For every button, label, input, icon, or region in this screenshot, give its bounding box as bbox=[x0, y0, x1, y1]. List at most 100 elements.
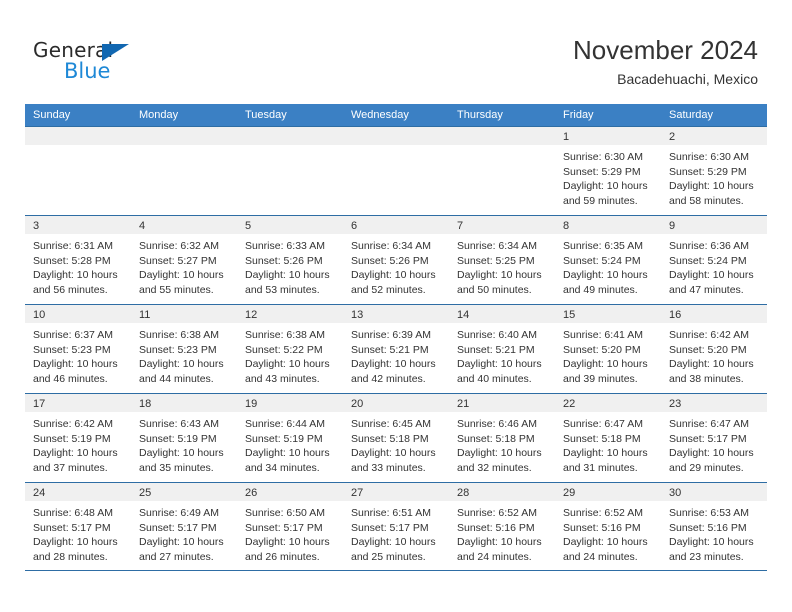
sunrise-text: Sunrise: 6:35 AM bbox=[563, 240, 643, 252]
sunset-text: Sunset: 5:17 PM bbox=[669, 432, 747, 445]
day-number: 22 bbox=[555, 394, 661, 412]
calendar-day-cell[interactable]: 4 Sunrise: 6:32 AM Sunset: 5:27 PM Daylight… bbox=[131, 216, 237, 304]
calendar-day-cell[interactable]: 12 Sunrise: 6:38 AM Sunset: 5:22 PM Dayligh… bbox=[237, 305, 343, 393]
calendar-day-cell-empty[interactable] bbox=[131, 127, 237, 215]
sunrise-text: Sunrise: 6:46 AM bbox=[457, 418, 537, 430]
day-details bbox=[343, 145, 449, 150]
sunrise-text: Sunrise: 6:34 AM bbox=[351, 240, 431, 252]
calendar-day-cell[interactable]: 27 Sunrise: 6:51 AM Sunset: 5:17 PM Dayligh… bbox=[343, 483, 449, 570]
day-details: Sunrise: 6:30 AM Sunset: 5:29 PM Daylight:… bbox=[555, 145, 661, 208]
calendar-day-cell[interactable]: 20 Sunrise: 6:45 AM Sunset: 5:18 PM Dayligh… bbox=[343, 394, 449, 482]
sunrise-text: Sunrise: 6:43 AM bbox=[139, 418, 219, 430]
calendar-day-cell[interactable]: 13 Sunrise: 6:39 AM Sunset: 5:21 PM Dayligh… bbox=[343, 305, 449, 393]
day-details: Sunrise: 6:32 AM Sunset: 5:27 PM Daylight:… bbox=[131, 234, 237, 297]
calendar-weeks: 1 Sunrise: 6:30 AM Sunset: 5:29 PM Daylight… bbox=[25, 126, 767, 571]
day-number: 27 bbox=[343, 483, 449, 501]
calendar-day-cell[interactable]: 22 Sunrise: 6:47 AM Sunset: 5:18 PM Dayligh… bbox=[555, 394, 661, 482]
daylight-text: Daylight: 10 hours and 53 minutes. bbox=[245, 269, 330, 296]
sunrise-text: Sunrise: 6:32 AM bbox=[139, 240, 219, 252]
calendar-day-cell[interactable]: 28 Sunrise: 6:52 AM Sunset: 5:16 PM Dayligh… bbox=[449, 483, 555, 570]
calendar-day-cell-empty[interactable] bbox=[237, 127, 343, 215]
calendar-day-cell[interactable]: 21 Sunrise: 6:46 AM Sunset: 5:18 PM Dayligh… bbox=[449, 394, 555, 482]
day-details: Sunrise: 6:50 AM Sunset: 5:17 PM Daylight:… bbox=[237, 501, 343, 564]
sunrise-text: Sunrise: 6:52 AM bbox=[457, 507, 537, 519]
daylight-text: Daylight: 10 hours and 39 minutes. bbox=[563, 358, 648, 385]
day-details bbox=[131, 145, 237, 150]
daylight-text: Daylight: 10 hours and 35 minutes. bbox=[139, 447, 224, 474]
weekday-header-sunday: Sunday bbox=[33, 109, 71, 121]
sunset-text: Sunset: 5:16 PM bbox=[669, 521, 747, 534]
sunset-text: Sunset: 5:18 PM bbox=[563, 432, 641, 445]
day-number bbox=[25, 127, 131, 145]
day-number: 20 bbox=[343, 394, 449, 412]
day-details: Sunrise: 6:41 AM Sunset: 5:20 PM Daylight:… bbox=[555, 323, 661, 386]
sunrise-text: Sunrise: 6:33 AM bbox=[245, 240, 325, 252]
sunset-text: Sunset: 5:21 PM bbox=[457, 343, 535, 356]
calendar-day-cell[interactable]: 29 Sunrise: 6:52 AM Sunset: 5:16 PM Dayligh… bbox=[555, 483, 661, 570]
brand-logo[interactable]: General Blue bbox=[33, 38, 153, 84]
daylight-text: Daylight: 10 hours and 56 minutes. bbox=[33, 269, 118, 296]
calendar-day-cell[interactable]: 23 Sunrise: 6:47 AM Sunset: 5:17 PM Dayligh… bbox=[661, 394, 767, 482]
day-details: Sunrise: 6:52 AM Sunset: 5:16 PM Daylight:… bbox=[449, 501, 555, 564]
day-number: 19 bbox=[237, 394, 343, 412]
daylight-text: Daylight: 10 hours and 59 minutes. bbox=[563, 180, 648, 207]
calendar-day-cell[interactable]: 1 Sunrise: 6:30 AM Sunset: 5:29 PM Daylight… bbox=[555, 127, 661, 215]
day-number: 14 bbox=[449, 305, 555, 323]
calendar-day-cell[interactable]: 19 Sunrise: 6:44 AM Sunset: 5:19 PM Dayligh… bbox=[237, 394, 343, 482]
calendar-day-cell[interactable]: 3 Sunrise: 6:31 AM Sunset: 5:28 PM Daylight… bbox=[25, 216, 131, 304]
day-number bbox=[237, 127, 343, 145]
day-details: Sunrise: 6:31 AM Sunset: 5:28 PM Daylight:… bbox=[25, 234, 131, 297]
calendar-day-cell[interactable]: 14 Sunrise: 6:40 AM Sunset: 5:21 PM Dayligh… bbox=[449, 305, 555, 393]
daylight-text: Daylight: 10 hours and 58 minutes. bbox=[669, 180, 754, 207]
daylight-text: Daylight: 10 hours and 43 minutes. bbox=[245, 358, 330, 385]
calendar-day-cell[interactable]: 10 Sunrise: 6:37 AM Sunset: 5:23 PM Dayligh… bbox=[25, 305, 131, 393]
sunrise-text: Sunrise: 6:38 AM bbox=[139, 329, 219, 341]
day-details: Sunrise: 6:42 AM Sunset: 5:20 PM Daylight:… bbox=[661, 323, 767, 386]
calendar-day-cell[interactable]: 17 Sunrise: 6:42 AM Sunset: 5:19 PM Dayligh… bbox=[25, 394, 131, 482]
day-number: 16 bbox=[661, 305, 767, 323]
daylight-text: Daylight: 10 hours and 25 minutes. bbox=[351, 536, 436, 563]
day-number: 24 bbox=[25, 483, 131, 501]
calendar-day-cell[interactable]: 15 Sunrise: 6:41 AM Sunset: 5:20 PM Dayligh… bbox=[555, 305, 661, 393]
calendar-day-cell[interactable]: 25 Sunrise: 6:49 AM Sunset: 5:17 PM Dayligh… bbox=[131, 483, 237, 570]
calendar-day-cell[interactable]: 11 Sunrise: 6:38 AM Sunset: 5:23 PM Dayligh… bbox=[131, 305, 237, 393]
day-details: Sunrise: 6:33 AM Sunset: 5:26 PM Daylight:… bbox=[237, 234, 343, 297]
day-details: Sunrise: 6:44 AM Sunset: 5:19 PM Daylight:… bbox=[237, 412, 343, 475]
sunrise-text: Sunrise: 6:30 AM bbox=[563, 151, 643, 163]
daylight-text: Daylight: 10 hours and 33 minutes. bbox=[351, 447, 436, 474]
calendar-day-cell[interactable]: 6 Sunrise: 6:34 AM Sunset: 5:26 PM Daylight… bbox=[343, 216, 449, 304]
day-details bbox=[449, 145, 555, 150]
day-number: 6 bbox=[343, 216, 449, 234]
calendar-day-cell[interactable]: 26 Sunrise: 6:50 AM Sunset: 5:17 PM Dayligh… bbox=[237, 483, 343, 570]
sunrise-text: Sunrise: 6:34 AM bbox=[457, 240, 537, 252]
calendar-day-cell[interactable]: 24 Sunrise: 6:48 AM Sunset: 5:17 PM Dayligh… bbox=[25, 483, 131, 570]
calendar-day-cell[interactable]: 9 Sunrise: 6:36 AM Sunset: 5:24 PM Daylight… bbox=[661, 216, 767, 304]
calendar-day-cell[interactable]: 8 Sunrise: 6:35 AM Sunset: 5:24 PM Daylight… bbox=[555, 216, 661, 304]
sunrise-text: Sunrise: 6:30 AM bbox=[669, 151, 749, 163]
daylight-text: Daylight: 10 hours and 24 minutes. bbox=[563, 536, 648, 563]
day-number: 12 bbox=[237, 305, 343, 323]
calendar-day-cell-empty[interactable] bbox=[343, 127, 449, 215]
day-details: Sunrise: 6:40 AM Sunset: 5:21 PM Daylight:… bbox=[449, 323, 555, 386]
sunset-text: Sunset: 5:21 PM bbox=[351, 343, 429, 356]
sunrise-text: Sunrise: 6:51 AM bbox=[351, 507, 431, 519]
sunset-text: Sunset: 5:26 PM bbox=[351, 254, 429, 267]
daylight-text: Daylight: 10 hours and 34 minutes. bbox=[245, 447, 330, 474]
daylight-text: Daylight: 10 hours and 32 minutes. bbox=[457, 447, 542, 474]
calendar-day-cell-empty[interactable] bbox=[449, 127, 555, 215]
day-details bbox=[237, 145, 343, 150]
day-number: 17 bbox=[25, 394, 131, 412]
day-details: Sunrise: 6:38 AM Sunset: 5:23 PM Daylight:… bbox=[131, 323, 237, 386]
calendar-day-cell[interactable]: 2 Sunrise: 6:30 AM Sunset: 5:29 PM Daylight… bbox=[661, 127, 767, 215]
calendar-day-cell[interactable]: 7 Sunrise: 6:34 AM Sunset: 5:25 PM Daylight… bbox=[449, 216, 555, 304]
calendar-day-cell[interactable]: 18 Sunrise: 6:43 AM Sunset: 5:19 PM Dayligh… bbox=[131, 394, 237, 482]
day-details: Sunrise: 6:39 AM Sunset: 5:21 PM Daylight:… bbox=[343, 323, 449, 386]
sunrise-text: Sunrise: 6:31 AM bbox=[33, 240, 113, 252]
calendar-day-cell[interactable]: 5 Sunrise: 6:33 AM Sunset: 5:26 PM Daylight… bbox=[237, 216, 343, 304]
calendar-day-cell[interactable]: 16 Sunrise: 6:42 AM Sunset: 5:20 PM Dayligh… bbox=[661, 305, 767, 393]
sunset-text: Sunset: 5:19 PM bbox=[33, 432, 111, 445]
sunset-text: Sunset: 5:25 PM bbox=[457, 254, 535, 267]
calendar-day-cell-empty[interactable] bbox=[25, 127, 131, 215]
calendar-day-cell[interactable]: 30 Sunrise: 6:53 AM Sunset: 5:16 PM Dayligh… bbox=[661, 483, 767, 570]
title-block: November 2024 Bacadehuachi, Mexico bbox=[573, 34, 758, 89]
